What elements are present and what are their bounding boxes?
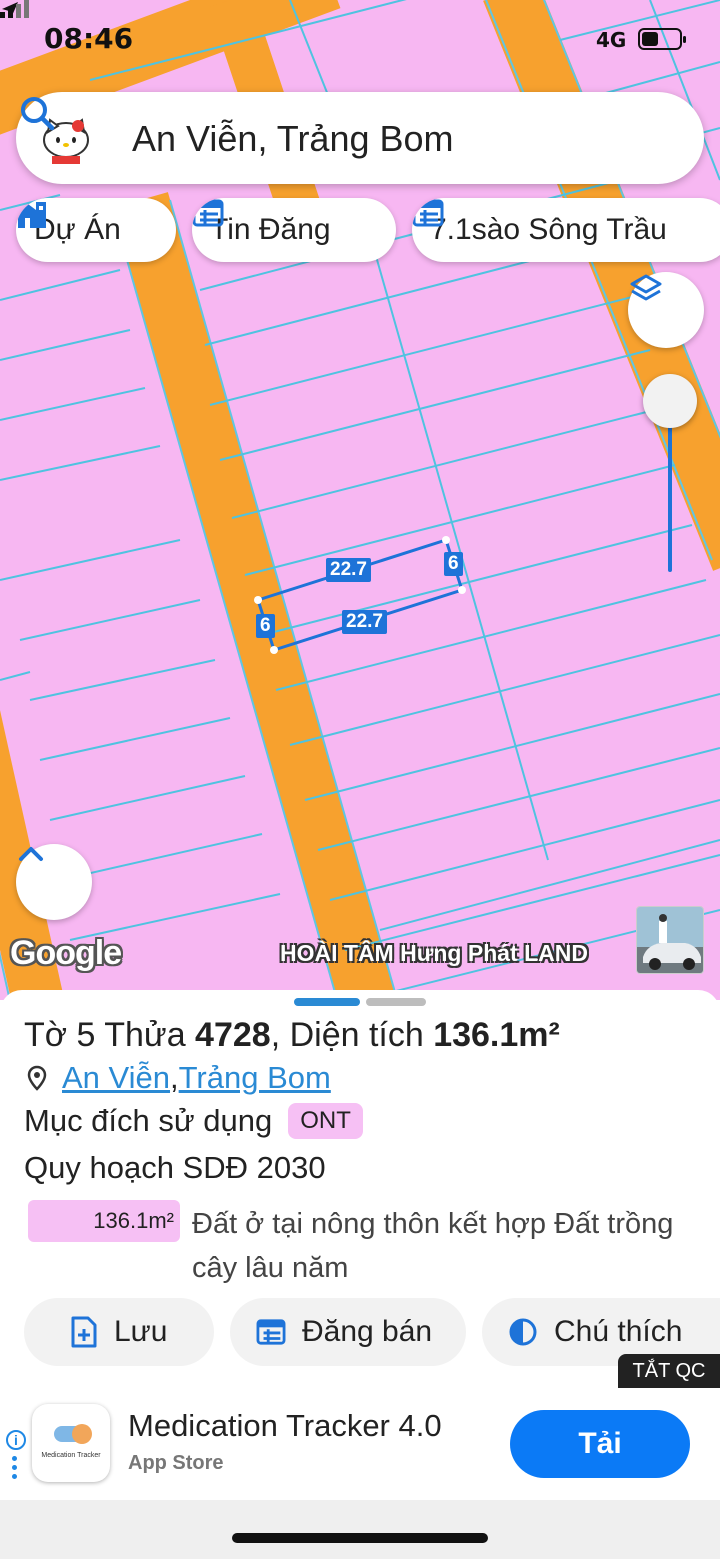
layers-button[interactable] bbox=[628, 272, 704, 348]
save-button[interactable]: Lưu bbox=[24, 1298, 214, 1366]
battery-icon bbox=[638, 28, 686, 50]
network-label: 4G bbox=[596, 28, 627, 52]
chip-du-an[interactable]: Dự Án bbox=[16, 198, 176, 262]
ad-store: App Store bbox=[128, 1452, 224, 1474]
page-indicator[interactable] bbox=[294, 998, 426, 1006]
plan-description: Đất ở tại nông thôn kết hợp Đất trồng câ… bbox=[192, 1208, 674, 1284]
add-file-icon bbox=[71, 1316, 97, 1348]
chevron-up-icon bbox=[19, 847, 43, 861]
dim-label-top: 22.7 bbox=[326, 558, 371, 582]
usage-row: Mục đích sử dụng ONT bbox=[24, 1103, 363, 1139]
building-icon bbox=[18, 202, 46, 228]
car-photo-icon bbox=[637, 907, 703, 973]
car-thumbnail[interactable] bbox=[636, 906, 704, 974]
google-logo: Google bbox=[10, 934, 122, 972]
listing-icon bbox=[412, 199, 444, 227]
plan-area-swatch: 136.1m² bbox=[28, 1200, 180, 1242]
signal-icon bbox=[0, 0, 29, 18]
dim-label-left: 6 bbox=[256, 614, 275, 638]
listing-icon bbox=[192, 199, 224, 227]
ad-title[interactable]: Medication Tracker 4.0 bbox=[128, 1408, 442, 1444]
usage-label: Mục đích sử dụng bbox=[24, 1103, 273, 1138]
district-link[interactable]: Trảng Bom bbox=[179, 1060, 331, 1096]
map-view[interactable]: 22.7 22.7 6 6 08:46 4G An Viễn, Trảng Bo… bbox=[0, 0, 720, 1000]
post-sale-button[interactable]: Đăng bán bbox=[230, 1298, 466, 1366]
home-indicator[interactable] bbox=[232, 1533, 488, 1543]
status-bar: 08:46 4G bbox=[0, 0, 720, 80]
ad-download-button[interactable]: Tải bbox=[510, 1410, 690, 1478]
close-ad-button[interactable]: TẮT QC bbox=[618, 1354, 720, 1388]
usage-code-badge: ONT bbox=[288, 1103, 363, 1139]
chip-label: Tin Đăng bbox=[210, 213, 331, 246]
pin-icon bbox=[27, 1065, 47, 1091]
search-icon[interactable] bbox=[16, 92, 60, 136]
search-bar[interactable]: An Viễn, Trảng Bom bbox=[16, 92, 704, 184]
search-query[interactable]: An Viễn, Trảng Bom bbox=[132, 118, 454, 160]
info-icon[interactable]: i bbox=[6, 1430, 26, 1450]
ad-app-icon[interactable]: Medication Tracker bbox=[32, 1404, 110, 1482]
filter-chips: Dự Án Tin Đăng 7.1sào Sông Trầu bbox=[0, 198, 720, 264]
parcel-title: Tờ 5 Thửa 4728, Diện tích 136.1m² bbox=[24, 1016, 560, 1054]
ad-choices-dots bbox=[12, 1456, 18, 1483]
ad-banner[interactable]: i Medication Tracker Medication Tracker … bbox=[0, 1388, 720, 1500]
dim-label-bottom: 22.7 bbox=[342, 610, 387, 634]
ward-link[interactable]: An Viễn bbox=[62, 1060, 170, 1096]
contrast-icon bbox=[509, 1318, 537, 1346]
chip-tin-dang[interactable]: Tin Đăng bbox=[192, 198, 396, 262]
expand-panel-button[interactable] bbox=[16, 844, 92, 920]
zoom-slider-thumb[interactable] bbox=[643, 374, 697, 428]
action-bar: Lưu Đăng bán Chú thích bbox=[0, 1298, 720, 1368]
chip-song-trau[interactable]: 7.1sào Sông Trầu bbox=[412, 198, 720, 262]
layers-icon bbox=[630, 274, 662, 301]
status-time: 08:46 bbox=[44, 22, 134, 55]
plan-title: Quy hoạch SDĐ 2030 bbox=[24, 1150, 326, 1185]
location-row: An Viễn, Trảng Bom bbox=[26, 1060, 331, 1096]
chip-label: 7.1sào Sông Trầu bbox=[430, 213, 667, 246]
listing-icon bbox=[256, 1319, 286, 1345]
parcel-info-panel: Tờ 5 Thửa 4728, Diện tích 136.1m² An Viễ… bbox=[0, 990, 720, 1388]
watermark-text: HOÀI TÂM Hưng Phát LAND bbox=[280, 940, 588, 966]
dim-label-right: 6 bbox=[444, 552, 463, 576]
bottom-safe-area bbox=[0, 1500, 720, 1559]
